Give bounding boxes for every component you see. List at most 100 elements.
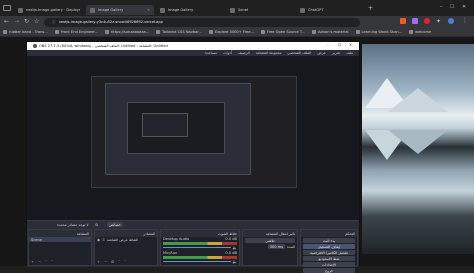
bookmark-item[interactable]: Learning Wordi Shan... xyxy=(355,30,402,34)
bookmark-favicon-icon xyxy=(260,30,265,34)
menu-profile[interactable]: الملف الشخصي xyxy=(287,51,311,55)
properties-button[interactable]: خصائص xyxy=(107,222,123,227)
virtual-camera-button[interactable]: تشغيل الكاميرا الافتراضية xyxy=(303,250,355,255)
bookmark-item[interactable]: welcome xyxy=(409,30,431,34)
tab-chatgpt[interactable]: ChatGPT xyxy=(296,5,364,15)
bookmark-item[interactable]: Free Open Source T... xyxy=(260,30,305,34)
bookmark-favicon-icon xyxy=(208,30,213,34)
scene-list-item[interactable]: Scene xyxy=(29,237,91,242)
chevron-up-icon[interactable]: ˄ xyxy=(45,260,47,264)
menu-help[interactable]: مساعدة xyxy=(205,51,217,55)
minimize-window-icon[interactable]: – xyxy=(440,4,443,10)
menu-view[interactable]: عرض xyxy=(317,51,325,55)
no-source-selected-label: لا توجد مصادر محددة xyxy=(57,223,89,227)
transition-duration-row: 300 ms المدة xyxy=(267,244,295,249)
address-bar[interactable]: ⓘ nextjs-image-gallery-y3c4u52z-snow4692… xyxy=(44,17,360,27)
menu-edit[interactable]: تحرير xyxy=(332,51,340,55)
eye-icon[interactable]: ◉ xyxy=(97,238,100,242)
chevron-down-icon[interactable]: ˅ xyxy=(51,260,53,264)
bookmark-item[interactable]: https://sunaaaaaaa... xyxy=(105,30,149,34)
page-favicon-icon xyxy=(230,7,235,13)
site-info-icon[interactable]: ⓘ xyxy=(52,20,56,25)
menu-kebab-icon[interactable]: ⋮ xyxy=(462,17,468,24)
obs-preview-canvas[interactable] xyxy=(27,56,359,220)
bookmark-item[interactable]: Explore 3000+ Free... xyxy=(208,30,254,34)
close-window-icon[interactable]: ✕ xyxy=(462,4,466,10)
add-icon[interactable]: + xyxy=(31,260,34,264)
scenes-toolbar: + − ˄ ˅ xyxy=(31,260,53,264)
record-icon[interactable] xyxy=(424,18,430,24)
chevron-down-icon[interactable]: ˅ xyxy=(124,260,126,264)
back-arrow-icon[interactable]: ← xyxy=(4,18,9,25)
tab-sonet[interactable]: Sonet xyxy=(226,5,294,15)
maximize-icon[interactable]: ☐ xyxy=(338,43,341,47)
forward-arrow-icon[interactable]: → xyxy=(14,18,19,25)
scenes-panel: المشاهد Scene + − ˄ ˅ xyxy=(28,229,92,266)
close-icon[interactable]: ✕ xyxy=(349,43,352,47)
bookmark-item[interactable]: Front End Engineer... xyxy=(54,30,98,34)
menu-file[interactable]: ملف xyxy=(346,51,353,55)
bookmark-favicon-icon xyxy=(3,30,7,34)
bookmark-favicon-icon xyxy=(54,30,59,34)
mixer-track: Desktop Audio 0.0 dB xyxy=(163,237,237,241)
puzzle-extensions-icon[interactable]: ✦ xyxy=(436,18,441,25)
obs-title: OBS 27.1.3 (64 bit, windows) - الملف الش… xyxy=(39,44,168,48)
bookmark-favicon-icon xyxy=(355,30,360,34)
captured-preview-nested xyxy=(142,113,188,137)
stop-recording-button[interactable]: إيقاف التسجيل xyxy=(303,244,355,249)
volume-slider[interactable]: 🔈 xyxy=(163,260,237,264)
tab-deployment[interactable]: nextjs-image-gallery · Deployment xyxy=(14,5,84,15)
tab-overview-icon[interactable] xyxy=(3,5,11,11)
volume-slider[interactable]: 🔈 xyxy=(163,246,237,250)
minimize-icon[interactable]: – xyxy=(327,43,329,47)
gear-icon[interactable]: ⚙ xyxy=(111,260,114,264)
menu-docks[interactable]: الرصيف xyxy=(238,51,250,55)
gear-icon[interactable]: ⚙ xyxy=(95,223,98,227)
bookmark-favicon-icon xyxy=(105,30,110,34)
scenes-panel-header: المشاهد xyxy=(29,230,91,237)
add-icon[interactable]: + xyxy=(97,260,100,264)
settings-button[interactable]: الإعدادات xyxy=(303,262,355,267)
bookmark-item[interactable]: Adnan's material xyxy=(312,30,349,34)
profile-avatar-icon[interactable] xyxy=(448,18,454,24)
speaker-icon[interactable]: 🔈 xyxy=(233,260,237,264)
chevron-up-icon[interactable]: ˄ xyxy=(118,260,120,264)
start-streaming-button[interactable]: بدء البث xyxy=(303,238,355,243)
extension-icon[interactable] xyxy=(412,18,418,24)
chatgpt-favicon-icon xyxy=(300,7,305,13)
tab-image-gallery[interactable]: Image Gallery xyxy=(156,5,224,15)
audio-mixer-header: خلاط الصوت xyxy=(161,230,239,237)
source-list-item[interactable]: ◉ ⚿ التقاط عرض الشاشة xyxy=(95,237,157,242)
address-url: nextjs-image-gallery-y3c4u52z-snow469266… xyxy=(58,20,163,24)
menu-scene-collection[interactable]: مجموعة المشاهد xyxy=(256,51,282,55)
volume-meter xyxy=(163,256,237,259)
obs-logo-icon xyxy=(33,44,37,48)
bookmark-item[interactable]: rubber band - Trans... xyxy=(3,30,48,34)
duration-input[interactable]: 300 ms xyxy=(267,244,286,249)
exit-button[interactable]: خروج xyxy=(303,268,355,273)
close-tab-icon[interactable]: ✕ xyxy=(147,8,150,12)
bookmark-favicon-icon xyxy=(409,30,414,34)
bookmark-item[interactable]: Tailwind CSS Navbar... xyxy=(156,30,202,34)
bookmarks-bar: rubber band - Trans... Front End Enginee… xyxy=(0,28,474,37)
page-favicon-icon xyxy=(160,7,165,13)
lock-icon[interactable]: ⚿ xyxy=(102,238,105,242)
transitions-header: تأثير انتقال المشاهد xyxy=(243,230,297,237)
tab-image-gallery-active[interactable]: Image Gallery ✕ xyxy=(86,5,154,15)
source-status-bar: ⚙ خصائص لا توجد مصادر محددة xyxy=(27,220,359,228)
reload-icon[interactable]: ↻ xyxy=(24,18,29,25)
menu-tools[interactable]: أدوات xyxy=(223,51,232,55)
remove-icon[interactable]: − xyxy=(104,260,107,264)
obs-window: OBS 27.1.3 (64 bit, windows) - الملف الش… xyxy=(26,41,360,273)
page-favicon-icon xyxy=(90,7,95,13)
transition-select[interactable]: تلاشي xyxy=(245,238,295,243)
maximize-window-icon[interactable]: ☐ xyxy=(450,4,454,10)
studio-mode-button[interactable]: نمط الاستوديو xyxy=(303,256,355,261)
bookmark-favicon-icon xyxy=(156,30,161,34)
sources-panel: المصادر ◉ ⚿ التقاط عرض الشاشة + − ⚙ ˄ ˅ xyxy=(94,229,158,266)
bookmark-star-icon[interactable]: ☆ xyxy=(34,18,39,25)
remove-icon[interactable]: − xyxy=(38,260,41,264)
brave-shield-icon[interactable] xyxy=(400,18,406,24)
speaker-icon[interactable]: 🔈 xyxy=(233,246,237,250)
new-tab-icon[interactable]: + xyxy=(368,5,373,12)
